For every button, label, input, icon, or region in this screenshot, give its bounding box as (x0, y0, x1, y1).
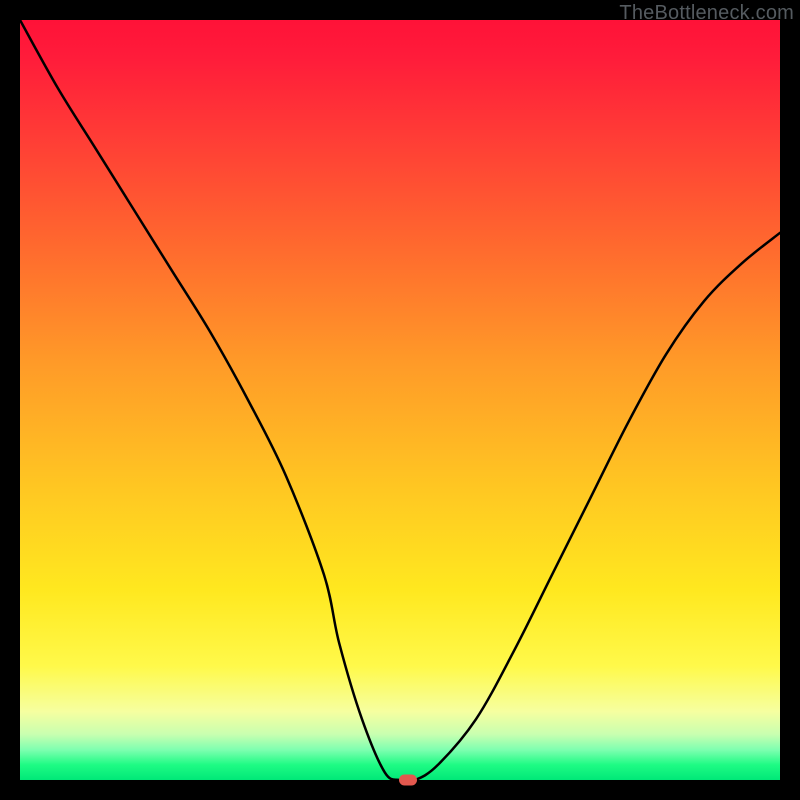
optimum-marker (399, 775, 417, 786)
bottleneck-curve (20, 20, 780, 780)
watermark-text: TheBottleneck.com (619, 2, 794, 25)
chart-frame: TheBottleneck.com (0, 0, 800, 800)
plot-area (20, 20, 780, 780)
